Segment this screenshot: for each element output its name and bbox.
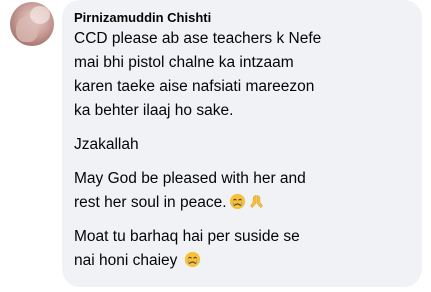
folded-hands-icon [249,195,263,208]
comment-paragraph-3-text: May God be pleased with her and rest her… [74,170,306,211]
comment-bubble: Pirnizamuddin Chishti CCD please ab ase … [62,0,422,287]
avatar[interactable] [10,2,54,46]
avatar-highlight [30,6,50,24]
comment-paragraph-3: May God be pleased with her and rest her… [74,167,410,215]
comment-paragraph-4: Moat tu barhaq hai per suside se nai hon… [74,225,410,273]
crying-face-icon [229,193,245,210]
comment: Pirnizamuddin Chishti CCD please ab ase … [0,0,431,292]
comment-paragraph-2: Jzakallah [74,136,139,153]
comment-author[interactable]: Pirnizamuddin Chishti [74,9,410,26]
crying-face-icon [184,251,200,268]
comment-paragraph-1: CCD please ab ase teachers k Nefe mai bh… [74,30,322,119]
